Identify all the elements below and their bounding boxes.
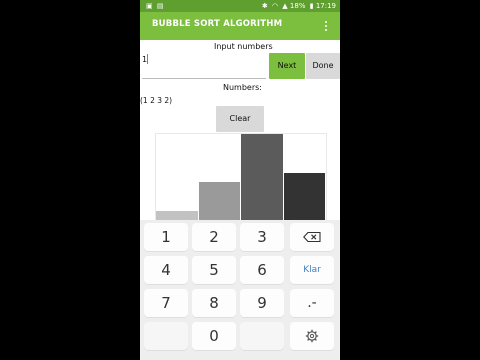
numbers-label: Numbers: — [223, 83, 262, 92]
key-2[interactable]: 2 — [192, 223, 236, 251]
blank-key-left — [144, 322, 188, 350]
status-bar: ▣ ▤ ✱ ◠ ▲ 18% ▮ 17:19 — [140, 0, 340, 12]
bluetooth-icon: ✱ — [261, 2, 268, 10]
signal-icon: ▲ — [282, 2, 288, 10]
status-left: ▣ ▤ — [144, 0, 163, 12]
left-letterbox — [0, 0, 140, 360]
battery-percent: 18% — [289, 2, 306, 10]
number-input[interactable]: 1 — [142, 52, 266, 79]
backspace-icon — [303, 232, 321, 242]
key-6[interactable]: 6 — [240, 256, 284, 284]
key-5[interactable]: 5 — [192, 256, 236, 284]
klar-key[interactable]: Klar — [290, 256, 334, 284]
backspace-key[interactable] — [290, 223, 334, 251]
clear-button[interactable]: Clear — [216, 106, 264, 132]
numbers-list: (1 2 3 2) — [140, 96, 173, 105]
gear-icon — [305, 329, 319, 343]
text-cursor — [147, 54, 148, 64]
image-icon: ▤ — [156, 2, 164, 10]
phone-screen: ▣ ▤ ✱ ◠ ▲ 18% ▮ 17:19 BUBBLE SORT ALGORI… — [140, 0, 340, 360]
chart-bar — [198, 182, 240, 221]
next-button[interactable]: Next — [269, 53, 305, 79]
clock: 17:19 — [315, 2, 336, 10]
key-9[interactable]: 9 — [240, 289, 284, 317]
key-1[interactable]: 1 — [144, 223, 188, 251]
blank-key-right — [240, 322, 284, 350]
input-numbers-label: Input numbers — [214, 42, 273, 51]
chart-bar — [283, 173, 325, 221]
key-7[interactable]: 7 — [144, 289, 188, 317]
app-title: BUBBLE SORT ALGORITHM — [152, 19, 283, 29]
status-right: ✱ ◠ ▲ 18% ▮ 17:19 — [260, 0, 336, 12]
key-4[interactable]: 4 — [144, 256, 188, 284]
bar-chart — [155, 133, 327, 222]
done-button[interactable]: Done — [306, 53, 340, 79]
punctuation-key[interactable]: .- — [290, 289, 334, 317]
wifi-icon: ◠ — [271, 2, 279, 10]
right-letterbox — [340, 0, 480, 360]
key-3[interactable]: 3 — [240, 223, 284, 251]
settings-key[interactable] — [290, 322, 334, 350]
key-8[interactable]: 8 — [192, 289, 236, 317]
app-bar: BUBBLE SORT ALGORITHM — [140, 12, 340, 40]
numeric-keyboard: 1 2 3 4 5 6 Klar 7 8 9 .- 0 — [140, 220, 340, 360]
overflow-menu-icon[interactable] — [325, 20, 328, 32]
notification-icon: ▣ — [146, 2, 153, 10]
main-content: Input numbers 1 Next Done Numbers: (1 2 … — [140, 40, 340, 222]
chart-bar — [241, 134, 283, 221]
battery-icon: ▮ — [309, 2, 314, 10]
key-0[interactable]: 0 — [192, 322, 236, 350]
